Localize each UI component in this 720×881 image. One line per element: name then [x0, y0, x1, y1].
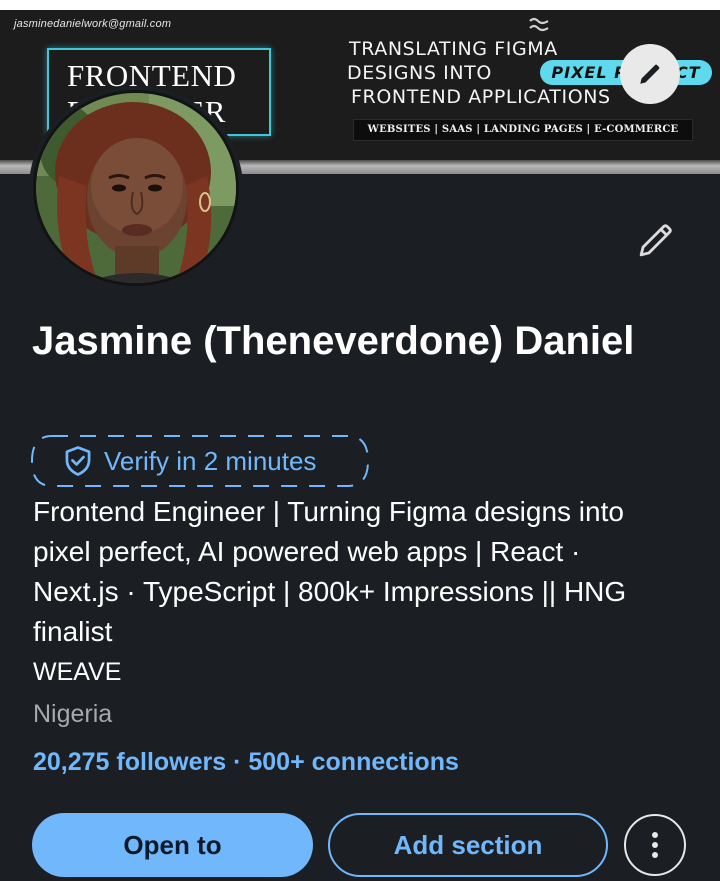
shield-check-icon [65, 446, 91, 476]
open-to-button[interactable]: Open to [32, 813, 313, 877]
stats-separator: · [226, 748, 249, 776]
banner-headline-line3: FRONTEND APPLICATIONS [351, 86, 611, 108]
more-options-button[interactable] [624, 814, 686, 876]
banner-headline-line2: DESIGNS INTO [347, 62, 492, 84]
connections-link[interactable]: 500+ connections [248, 748, 459, 776]
network-stats: 20,275 followers · 500+ connections [33, 748, 459, 777]
avatar-photo [33, 90, 239, 286]
verify-label: Verify in 2 minutes [104, 446, 317, 476]
pencil-icon [640, 64, 660, 84]
profile-location: Nigeria [33, 700, 113, 728]
banner-email: jasminedanielwork@gmail.com [14, 18, 172, 30]
followers-link[interactable]: 20,275 followers [33, 748, 226, 776]
verify-button[interactable]: Verify in 2 minutes [30, 434, 370, 488]
pencil-icon [639, 224, 672, 257]
banner-edit-button[interactable] [620, 44, 680, 104]
profile-headline: Frontend Engineer | Turning Figma design… [33, 496, 627, 647]
profile-avatar[interactable] [29, 86, 243, 290]
add-section-button[interactable]: Add section [328, 813, 608, 877]
profile-edit-button[interactable] [628, 212, 684, 268]
profile-name: Jasmine (Theneverdone) Daniel [32, 319, 635, 363]
banner-tags: WEBSITES | SAAS | LANDING PAGES | E-COMM… [353, 119, 693, 141]
more-vertical-icon [652, 832, 658, 858]
current-company[interactable]: WEAVE [33, 658, 121, 687]
banner-headline-line1: TRANSLATING FIGMA [349, 38, 558, 60]
tailwind-logo-icon [529, 17, 549, 32]
top-strip [0, 0, 720, 10]
